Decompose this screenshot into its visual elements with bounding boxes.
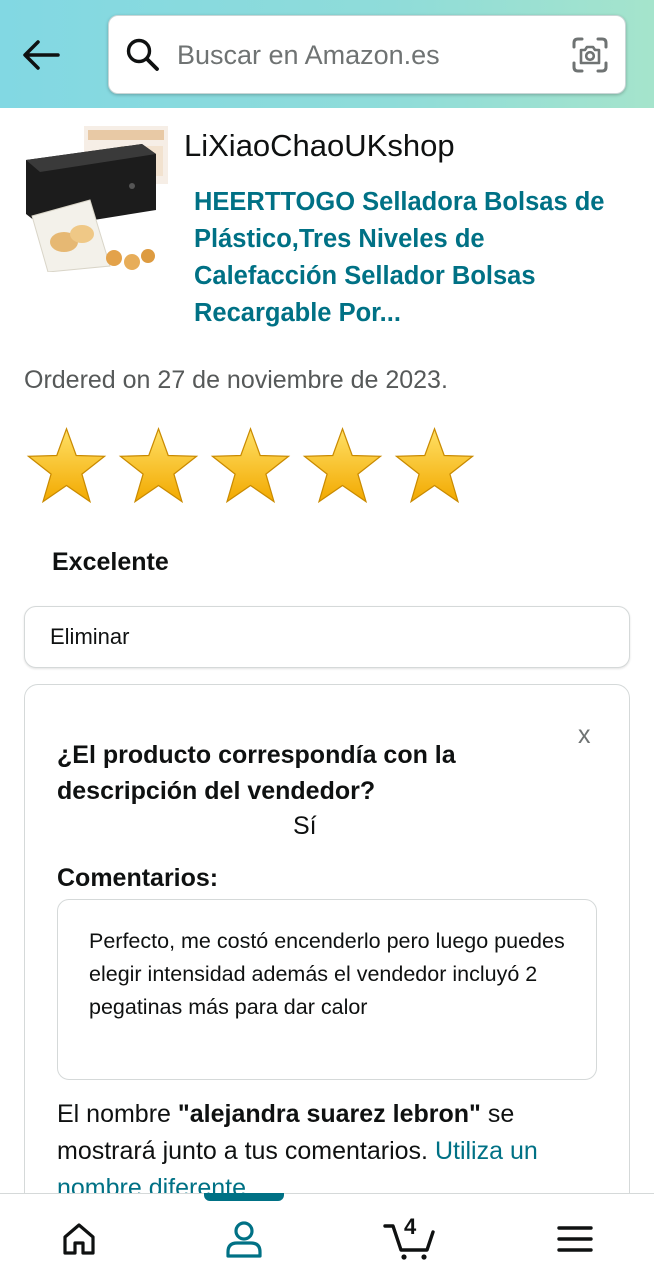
star-icon-4[interactable] xyxy=(302,424,383,508)
search-bar[interactable] xyxy=(108,15,626,94)
comments-label: Comentarios: xyxy=(57,864,219,892)
camera-lens-icon[interactable] xyxy=(571,36,609,74)
star-rating xyxy=(26,424,475,508)
search-input[interactable] xyxy=(177,30,557,80)
account-icon xyxy=(226,1221,262,1258)
cart-count-badge: 4 xyxy=(404,1214,417,1239)
star-icon-5[interactable] xyxy=(394,424,475,508)
product-title-link[interactable]: HEERTTOGO Selladora Bolsas de Plástico,T… xyxy=(194,184,614,332)
star-icon-3[interactable] xyxy=(210,424,291,508)
star-icon-2[interactable] xyxy=(118,424,199,508)
rating-label: Excelente xyxy=(52,548,169,576)
order-date: Ordered on 27 de noviembre de 2023. xyxy=(24,366,448,394)
menu-icon xyxy=(557,1226,593,1252)
comment-text[interactable]: Perfecto, me costó encenderlo pero luego… xyxy=(57,899,597,1080)
delete-button[interactable]: Eliminar xyxy=(24,606,630,668)
feedback-question: ¿El producto correspondía con la descrip… xyxy=(57,741,456,805)
nav-home[interactable] xyxy=(54,1214,104,1264)
search-icon[interactable] xyxy=(125,37,161,73)
close-button[interactable]: x xyxy=(578,721,591,750)
feedback-answer: Sí xyxy=(293,812,317,840)
active-tab-indicator xyxy=(204,1193,284,1201)
nav-account[interactable] xyxy=(219,1214,269,1264)
product-image[interactable] xyxy=(24,124,170,272)
seller-name: LiXiaoChaoUKshop xyxy=(184,128,455,163)
name-note-prefix: El nombre xyxy=(57,1100,178,1128)
nav-menu[interactable] xyxy=(550,1214,600,1264)
display-name-note: El nombre "alejandra suarez lebron" se m… xyxy=(57,1096,617,1207)
arrow-left-icon xyxy=(23,40,60,70)
header-bar xyxy=(0,0,654,108)
home-icon xyxy=(63,1223,95,1255)
display-name: "alejandra suarez lebron" xyxy=(177,1100,481,1128)
star-icon-1[interactable] xyxy=(26,424,107,508)
back-button[interactable] xyxy=(18,34,64,76)
